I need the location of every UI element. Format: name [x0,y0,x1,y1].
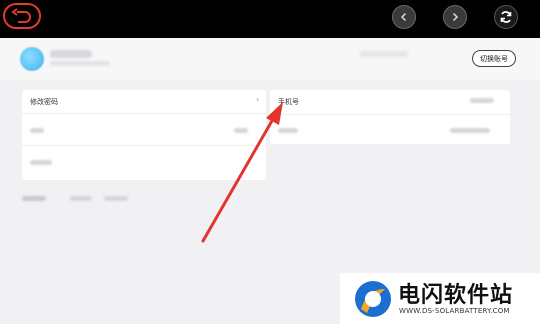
blurred-value [450,128,490,133]
change-password-row[interactable]: 修改密码 › [22,90,266,112]
blurred-text [360,51,408,57]
blurred-label [30,128,44,133]
blurred-username [50,50,92,58]
blurred-label [278,128,298,133]
chevron-left-icon [400,12,407,22]
blurred-link[interactable] [104,196,128,201]
watermark-title: 电闪软件站 [398,283,514,308]
chevron-right-icon: › [256,95,260,104]
profile-header: 切换账号 [0,38,540,80]
blurred-value [234,128,248,133]
settings-card-right: 手机号 [270,90,510,144]
switch-account-button[interactable]: 切换账号 [472,50,516,67]
refresh-button[interactable] [494,5,518,29]
settings-row-blurred[interactable] [22,114,266,144]
chevron-right-icon [452,12,459,22]
blurred-link[interactable] [22,196,46,201]
back-icon [11,8,31,23]
phone-number-label: 手机号 [278,98,299,106]
back-button[interactable] [3,3,41,29]
change-password-label: 修改密码 [30,98,58,106]
watermark: 电闪软件站 WWW.DS-SOLARBATTERY.COM [340,273,540,324]
blurred-link[interactable] [70,196,92,201]
refresh-icon [500,11,512,23]
brand-logo-icon [355,281,391,317]
previous-button[interactable] [392,5,416,29]
phone-number-row[interactable]: 手机号 [270,90,510,112]
blurred-label [30,160,52,165]
blurred-user-info [50,61,110,66]
settings-row-blurred[interactable] [22,146,266,180]
settings-row-blurred[interactable] [270,115,510,144]
blurred-phone-value [470,98,494,103]
avatar[interactable] [20,47,44,71]
watermark-url: WWW.DS-SOLARBATTERY.COM [399,307,510,315]
settings-card-left: 修改密码 › [22,90,266,180]
top-toolbar [0,0,540,38]
next-button[interactable] [443,5,467,29]
